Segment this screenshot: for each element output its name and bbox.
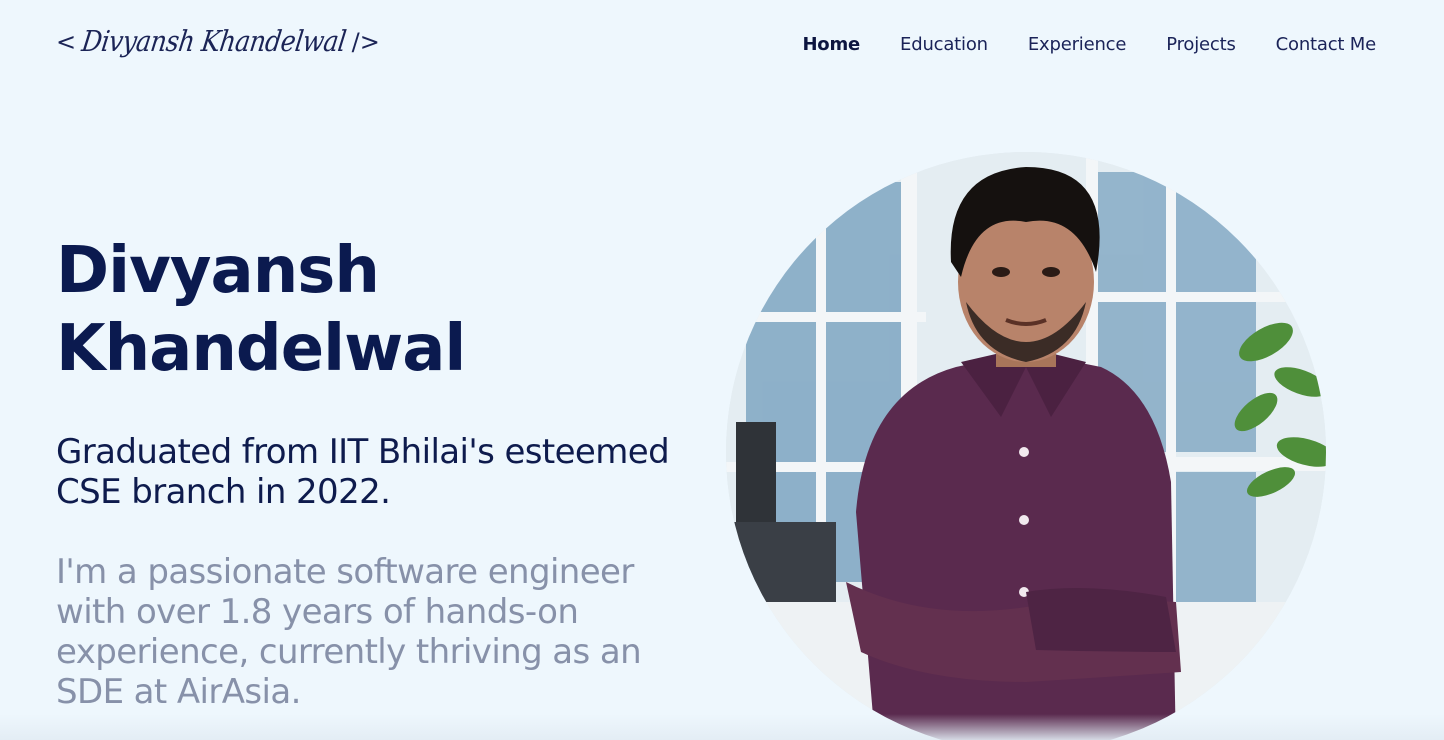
logo-signature[interactable]: < Divyansh Khandelwal /> — [56, 20, 380, 64]
nav-experience[interactable]: Experience — [1028, 33, 1127, 57]
profile-photo — [726, 152, 1326, 740]
main-nav: Home Education Experience Projects Conta… — [802, 33, 1376, 57]
logo-signature-text: Divyansh Khandelwal — [79, 24, 349, 59]
logo-open-bracket: < — [56, 28, 77, 56]
nav-projects[interactable]: Projects — [1166, 33, 1236, 57]
bottom-fade — [0, 714, 1444, 740]
hero-description: I'm a passionate software engineer with … — [56, 552, 642, 712]
hero-name: Divyansh Khandelwal — [56, 232, 466, 388]
hero-name-first: Divyansh — [56, 234, 380, 308]
portfolio-page: < Divyansh Khandelwal /> Home Education … — [0, 0, 1444, 740]
nav-education[interactable]: Education — [900, 33, 988, 57]
hero-subtitle: Graduated from IIT Bhilai's esteemed CSE… — [56, 432, 670, 512]
nav-home[interactable]: Home — [802, 33, 860, 57]
hero-name-last: Khandelwal — [56, 312, 466, 386]
nav-contact-me[interactable]: Contact Me — [1276, 33, 1377, 57]
logo-close-bracket: /> — [351, 28, 380, 56]
